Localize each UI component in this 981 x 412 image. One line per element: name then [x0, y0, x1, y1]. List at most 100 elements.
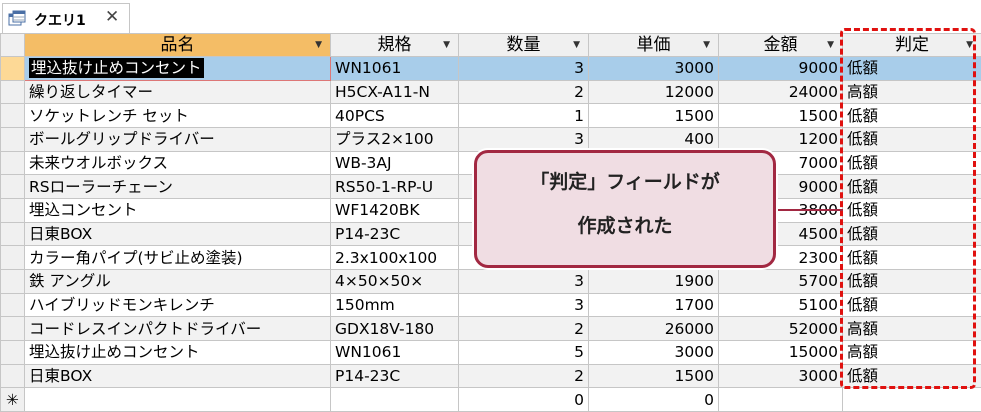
cell-name[interactable]: 未来ウオルボックス	[24, 150, 331, 176]
cell-spec[interactable]: 40PCS	[330, 103, 459, 128]
cell-name[interactable]: 日東BOX	[24, 363, 331, 389]
column-header-qty[interactable]: 数量 ▼	[458, 33, 589, 57]
cell-name[interactable]: コードレスインパクトドライバー	[24, 316, 331, 341]
column-header-name[interactable]: 品名 ▼	[24, 33, 331, 57]
new-cell-qty[interactable]: 0	[458, 387, 589, 412]
cell-qty[interactable]: 3	[458, 56, 589, 81]
cell-judge[interactable]: 高額	[842, 79, 981, 105]
cell-price[interactable]: 26000	[588, 316, 719, 341]
new-cell-price[interactable]: 0	[588, 387, 719, 412]
cell-qty[interactable]: 5	[458, 339, 589, 365]
chevron-down-icon[interactable]: ▼	[443, 35, 450, 56]
cell-name[interactable]: 埋込抜け止めコンセント	[24, 339, 331, 365]
cell-judge[interactable]: 低額	[842, 268, 981, 294]
record-selector[interactable]	[0, 221, 25, 247]
table-row[interactable]: ソケットレンチ セット 40PCS 1 1500 1500 低額	[0, 103, 981, 128]
chevron-down-icon[interactable]: ▼	[573, 35, 580, 56]
cell-spec[interactable]: RS50-1-RP-U	[330, 174, 459, 199]
cell-spec[interactable]: GDX18V-180	[330, 316, 459, 341]
close-icon[interactable]: ✕	[105, 7, 119, 27]
new-record-row[interactable]: ✳ 0 0	[0, 387, 981, 412]
cell-qty[interactable]: 2	[458, 363, 589, 389]
cell-name[interactable]: 埋込抜け止めコンセント	[24, 56, 331, 81]
cell-spec[interactable]: H5CX-A11-N	[330, 79, 459, 105]
cell-spec[interactable]: 4×50×50×	[330, 268, 459, 294]
cell-price[interactable]: 1900	[588, 268, 719, 294]
cell-judge[interactable]: 高額	[842, 339, 981, 365]
record-selector[interactable]	[0, 316, 25, 341]
cell-amount[interactable]: 9000	[718, 56, 843, 81]
cell-spec[interactable]: P14-23C	[330, 221, 459, 247]
cell-spec[interactable]: WF1420BK	[330, 197, 459, 223]
record-selector[interactable]	[0, 126, 25, 152]
query-tab[interactable]: クエリ1 ✕	[2, 3, 130, 33]
chevron-down-icon[interactable]: ▼	[703, 35, 710, 56]
cell-price[interactable]: 3000	[588, 339, 719, 365]
column-header-amount[interactable]: 金額 ▼	[718, 33, 843, 57]
new-cell-amount[interactable]	[718, 387, 843, 412]
column-header-price[interactable]: 単価 ▼	[588, 33, 719, 57]
record-selector[interactable]	[0, 363, 25, 389]
cell-judge[interactable]: 低額	[842, 292, 981, 318]
cell-amount[interactable]: 52000	[718, 316, 843, 341]
cell-name[interactable]: ボールグリップドライバー	[24, 126, 331, 152]
cell-judge[interactable]: 低額	[842, 150, 981, 176]
cell-judge[interactable]: 低額	[842, 245, 981, 270]
cell-judge[interactable]: 低額	[842, 103, 981, 128]
chevron-down-icon[interactable]: ▼	[315, 35, 322, 56]
select-all-cell[interactable]	[0, 33, 25, 57]
new-cell-judge[interactable]	[842, 387, 981, 412]
record-selector[interactable]	[0, 197, 25, 223]
table-row[interactable]: ボールグリップドライバー プラス2×100 3 400 1200 低額	[0, 126, 981, 152]
record-selector[interactable]	[0, 103, 25, 128]
cell-spec[interactable]: WN1061	[330, 339, 459, 365]
cell-qty[interactable]: 1	[458, 103, 589, 128]
record-selector[interactable]	[0, 268, 25, 294]
cell-spec[interactable]: P14-23C	[330, 363, 459, 389]
cell-amount[interactable]: 15000	[718, 339, 843, 365]
new-cell-spec[interactable]	[330, 387, 459, 412]
cell-spec[interactable]: WN1061	[330, 56, 459, 81]
cell-name[interactable]: 鉄 アングル	[24, 268, 331, 294]
cell-price[interactable]: 12000	[588, 79, 719, 105]
table-row[interactable]: 鉄 アングル 4×50×50× 3 1900 5700 低額	[0, 268, 981, 294]
cell-amount[interactable]: 3000	[718, 363, 843, 389]
cell-name[interactable]: カラー角パイプ(サビ止め塗装)	[24, 245, 331, 270]
chevron-down-icon[interactable]: ▼	[966, 35, 973, 56]
cell-name[interactable]: 埋込コンセント	[24, 197, 331, 223]
cell-spec[interactable]: 2.3x100x100	[330, 245, 459, 270]
cell-price[interactable]: 3000	[588, 56, 719, 81]
table-row[interactable]: 埋込抜け止めコンセント WN1061 5 3000 15000 高額	[0, 339, 981, 365]
cell-name[interactable]: 日東BOX	[24, 221, 331, 247]
cell-name[interactable]: RSローラーチェーン	[24, 174, 331, 199]
cell-amount[interactable]: 24000	[718, 79, 843, 105]
selected-cell-text[interactable]: 埋込抜け止めコンセント	[29, 58, 204, 79]
cell-name[interactable]: ハイブリッドモンキレンチ	[24, 292, 331, 318]
cell-judge[interactable]: 低額	[842, 363, 981, 389]
new-cell-name[interactable]	[24, 387, 331, 412]
cell-amount[interactable]: 1500	[718, 103, 843, 128]
cell-amount[interactable]: 1200	[718, 126, 843, 152]
cell-spec[interactable]: 150mm	[330, 292, 459, 318]
cell-judge[interactable]: 低額	[842, 174, 981, 199]
cell-qty[interactable]: 3	[458, 292, 589, 318]
cell-price[interactable]: 1700	[588, 292, 719, 318]
record-selector[interactable]	[0, 79, 25, 105]
chevron-down-icon[interactable]: ▼	[827, 35, 834, 56]
cell-name[interactable]: ソケットレンチ セット	[24, 103, 331, 128]
cell-name[interactable]: 繰り返しタイマー	[24, 79, 331, 105]
record-selector[interactable]	[0, 174, 25, 199]
column-header-spec[interactable]: 規格 ▼	[330, 33, 459, 57]
record-selector[interactable]	[0, 150, 25, 176]
table-row[interactable]: 日東BOX P14-23C 2 1500 3000 低額	[0, 363, 981, 389]
cell-judge[interactable]: 高額	[842, 316, 981, 341]
cell-qty[interactable]: 2	[458, 79, 589, 105]
record-selector[interactable]	[0, 339, 25, 365]
cell-price[interactable]: 1500	[588, 363, 719, 389]
cell-judge[interactable]: 低額	[842, 221, 981, 247]
cell-spec[interactable]: WB-3AJ	[330, 150, 459, 176]
table-row[interactable]: コードレスインパクトドライバー GDX18V-180 2 26000 52000 高額	[0, 316, 981, 341]
cell-price[interactable]: 400	[588, 126, 719, 152]
table-row[interactable]: 繰り返しタイマー H5CX-A11-N 2 12000 24000 高額	[0, 79, 981, 105]
cell-judge[interactable]: 低額	[842, 126, 981, 152]
